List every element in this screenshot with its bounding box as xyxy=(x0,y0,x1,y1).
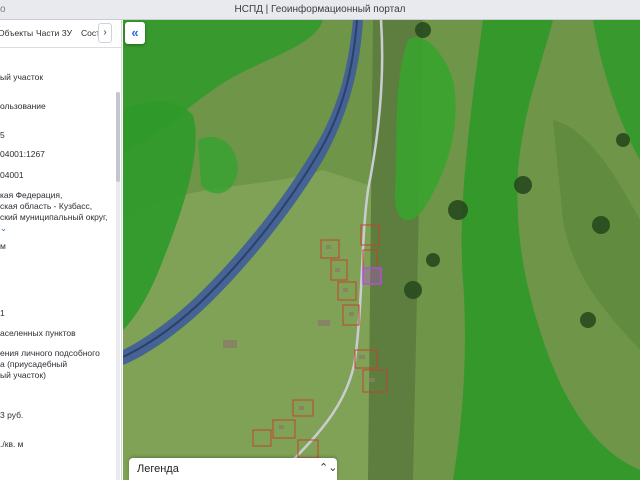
chevron-right-icon[interactable]: › xyxy=(98,23,112,43)
attr-land-category: аселенных пунктов xyxy=(0,328,76,338)
attr-usage-type: ользование xyxy=(0,101,46,111)
attr-cadastral-number[interactable]: 04001:1267 xyxy=(0,149,45,160)
tab-land-parts[interactable]: Части ЗУ xyxy=(36,28,72,38)
attr-number: 5 xyxy=(0,130,5,140)
attr-permitted-use-line-1: ения личного подсобного xyxy=(0,348,100,358)
attr-address-line-2: ская область - Кузбасс, xyxy=(0,201,93,211)
attr-address-line-3: ский муниципальный округ, xyxy=(0,212,108,222)
address-expand[interactable]: ⌄ xyxy=(0,223,7,234)
map-view[interactable] xyxy=(123,20,640,480)
attr-status: 1 xyxy=(0,308,5,318)
attr-object-type: ый участок xyxy=(0,72,44,82)
attr-address-line-1: кая Федерация, xyxy=(0,190,63,200)
panel-scroll-thumb[interactable] xyxy=(116,92,120,182)
double-chevron-left-icon: « xyxy=(131,25,139,40)
legend-dropdown[interactable]: Легенда ⌃⌄ xyxy=(129,458,337,480)
map-canvas[interactable] xyxy=(123,20,640,480)
attr-cadastral-value: 3 руб. xyxy=(0,410,24,420)
collapse-panel-button[interactable]: « xyxy=(125,22,145,44)
panel-tabs: Объекты Части ЗУ Соста › xyxy=(0,20,121,48)
window-title: НСПД | Геоинформационный портал xyxy=(234,4,406,15)
tab-objects[interactable]: Объекты xyxy=(0,28,33,38)
legend-label: Легенда xyxy=(137,463,179,475)
attr-cadastral-quarter[interactable]: 04001 xyxy=(0,170,24,181)
attr-permitted-use-line-2: а (приусадебный xyxy=(0,359,68,369)
attr-specific-value: ./кв. м xyxy=(0,439,24,449)
object-info-panel: Объекты Части ЗУ Соста › ый участок ольз… xyxy=(0,20,122,480)
attr-area-unit: м xyxy=(0,241,6,251)
chevron-down-icon[interactable]: ⌄ xyxy=(0,223,7,233)
chevron-updown-icon: ⌃⌄ xyxy=(319,462,338,474)
selected-parcel[interactable] xyxy=(362,267,382,285)
attr-permitted-use-line-3: ый участок) xyxy=(0,370,46,380)
browser-titlebar: o НСПД | Геоинформационный портал xyxy=(0,0,640,20)
